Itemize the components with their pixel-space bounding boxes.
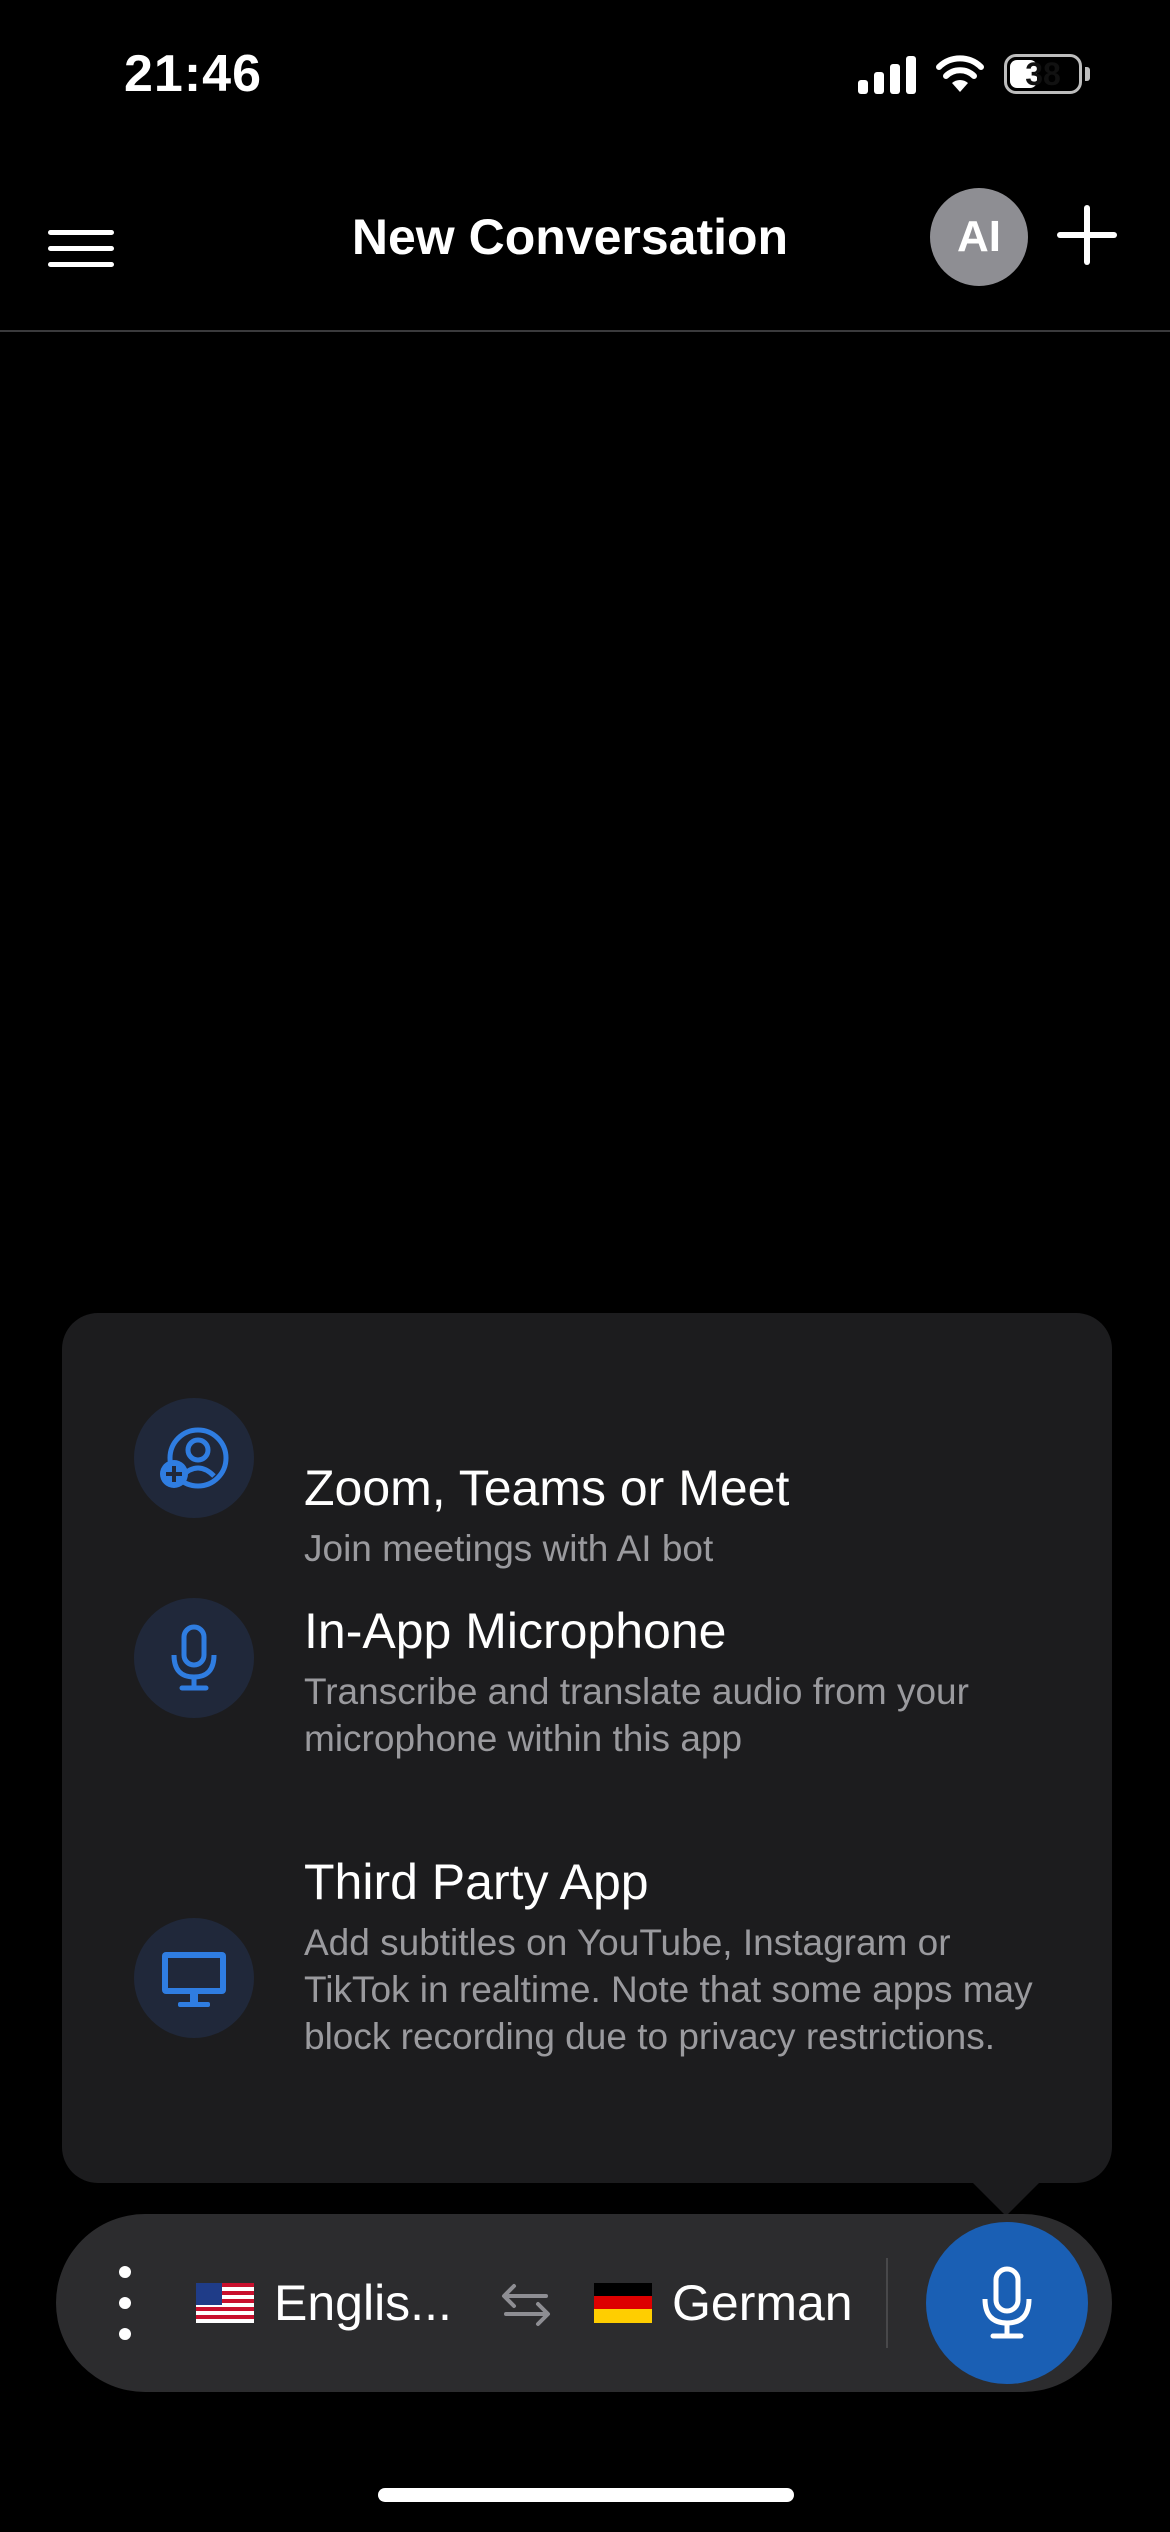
swap-arrows-icon[interactable]	[496, 2274, 556, 2334]
battery-indicator: 38	[1004, 54, 1090, 94]
microphone-icon	[982, 2266, 1032, 2339]
option-description: Join meetings with AI bot	[304, 1528, 714, 1569]
meeting-bot-icon	[134, 1398, 254, 1518]
target-language-selector[interactable]: German	[594, 2214, 853, 2392]
battery-icon: 38	[1004, 54, 1082, 94]
de-flag-icon	[594, 2283, 652, 2323]
battery-level: 38	[1025, 56, 1061, 92]
app-header: New Conversation AI	[0, 160, 1170, 332]
audio-source-menu: Zoom, Teams or Meet Join meetings with A…	[62, 1313, 1112, 2183]
plus-icon[interactable]	[1052, 200, 1122, 270]
option-in-app-microphone[interactable]: In-App Microphone Transcribe and transla…	[62, 1598, 1112, 1818]
status-bar: 21:46 38	[0, 0, 1170, 160]
option-third-party-app[interactable]: Third Party App Add subtitles on YouTube…	[62, 1853, 1112, 2153]
home-indicator[interactable]	[378, 2488, 794, 2502]
divider	[886, 2258, 888, 2348]
status-icons: 38	[858, 54, 1090, 94]
us-flag-icon	[196, 2283, 254, 2323]
microphone-icon	[134, 1598, 254, 1718]
source-language-label: Englis...	[274, 2275, 452, 2331]
target-language-label: German	[672, 2275, 853, 2331]
avatar[interactable]: AI	[930, 188, 1028, 286]
option-title: Zoom, Teams or Meet	[304, 1460, 790, 1516]
cellular-signal-icon	[858, 54, 916, 94]
option-title: In-App Microphone	[304, 1603, 727, 1659]
record-button[interactable]	[926, 2222, 1088, 2384]
popup-pointer	[970, 2180, 1042, 2216]
source-language-selector[interactable]: Englis...	[196, 2214, 452, 2392]
status-time: 21:46	[124, 45, 262, 103]
more-options-icon[interactable]	[110, 2266, 140, 2340]
monitor-icon	[134, 1918, 254, 2038]
option-title: Third Party App	[304, 1854, 649, 1910]
wifi-icon	[936, 55, 984, 92]
option-description: Add subtitles on YouTube, Instagram or T…	[304, 1922, 1033, 2057]
option-description: Transcribe and translate audio from your…	[304, 1671, 969, 1759]
option-meeting-bot[interactable]: Zoom, Teams or Meet Join meetings with A…	[62, 1383, 1112, 1569]
